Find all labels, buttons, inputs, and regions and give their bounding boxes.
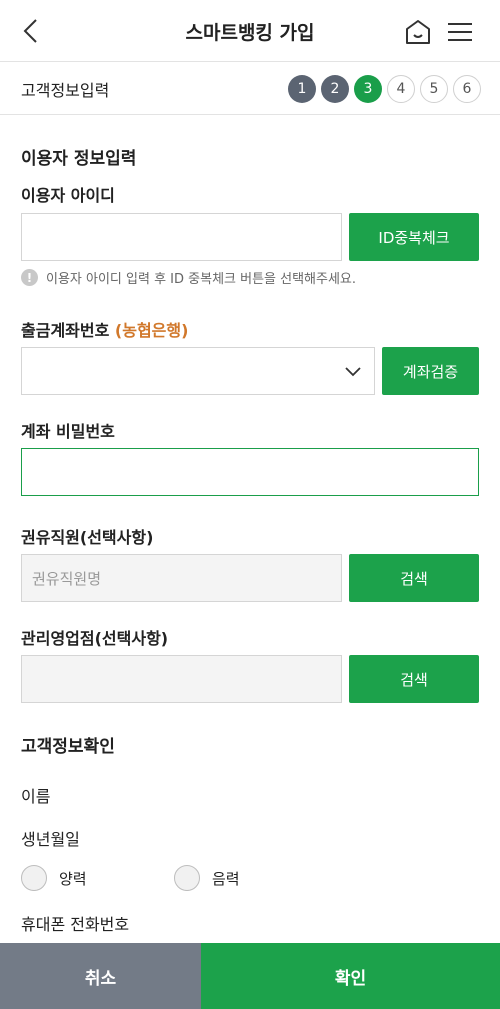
- step-3-current: 3: [354, 75, 382, 103]
- confirm-button[interactable]: 확인: [201, 943, 500, 1009]
- step-6: 6: [453, 75, 481, 103]
- radio-lunar[interactable]: 음력: [174, 865, 240, 891]
- staff-search-button[interactable]: 검색: [349, 554, 479, 602]
- step-2: 2: [321, 75, 349, 103]
- id-duplicate-check-button[interactable]: ID중복체크: [349, 213, 479, 261]
- chevron-down-icon: [345, 367, 361, 377]
- branch-label: 관리영업점(선택사항): [21, 629, 169, 648]
- radio-circle: [174, 865, 200, 891]
- radio-solar[interactable]: 양력: [21, 865, 87, 891]
- app-header: 스마트뱅킹 가입: [0, 0, 500, 62]
- user-id-label: 이용자 아이디: [21, 186, 115, 205]
- user-id-hint: ! 이용자 아이디 입력 후 ID 중복체크 버튼을 선택해주세요.: [21, 268, 356, 287]
- home-button[interactable]: [402, 16, 434, 48]
- account-select[interactable]: [21, 347, 375, 395]
- info-exclamation-icon: !: [21, 269, 38, 286]
- phone-label: 휴대폰 전화번호: [21, 915, 130, 934]
- step-5: 5: [420, 75, 448, 103]
- name-label: 이름: [21, 787, 51, 806]
- menu-button[interactable]: [444, 16, 476, 48]
- account-password-label: 계좌 비밀번호: [21, 422, 115, 441]
- footer-buttons: 취소 확인: [0, 943, 500, 1009]
- account-verify-button[interactable]: 계좌검증: [382, 347, 479, 395]
- step-1: 1: [288, 75, 316, 103]
- staff-name-input[interactable]: 권유직원명: [21, 554, 342, 602]
- step-title: 고객정보입력: [21, 81, 110, 100]
- user-info-section-title: 이용자 정보입력: [21, 149, 137, 169]
- radio-lunar-label: 음력: [212, 869, 240, 888]
- home-icon: [406, 20, 430, 44]
- account-label: 출금계좌번호 (농협은행): [21, 317, 188, 341]
- radio-circle: [21, 865, 47, 891]
- hint-text: 이용자 아이디 입력 후 ID 중복체크 버튼을 선택해주세요.: [46, 272, 357, 287]
- birth-label: 생년월일: [21, 830, 80, 849]
- bank-name: (농협은행): [114, 321, 189, 340]
- account-label-text: 출금계좌번호: [21, 321, 110, 340]
- staff-label: 권유직원(선택사항): [21, 528, 154, 547]
- branch-input[interactable]: [21, 655, 342, 703]
- radio-solar-label: 양력: [59, 869, 87, 888]
- hamburger-menu-icon: [448, 23, 472, 41]
- step-4: 4: [387, 75, 415, 103]
- user-id-input[interactable]: [21, 213, 342, 261]
- step-indicator: 1 2 3 4 5 6: [288, 75, 486, 103]
- account-password-input[interactable]: [21, 448, 479, 496]
- branch-search-button[interactable]: 검색: [349, 655, 479, 703]
- step-progress-bar: 고객정보입력 1 2 3 4 5 6: [0, 62, 500, 115]
- cancel-button[interactable]: 취소: [0, 943, 201, 1009]
- customer-info-section-title: 고객정보확인: [21, 737, 115, 757]
